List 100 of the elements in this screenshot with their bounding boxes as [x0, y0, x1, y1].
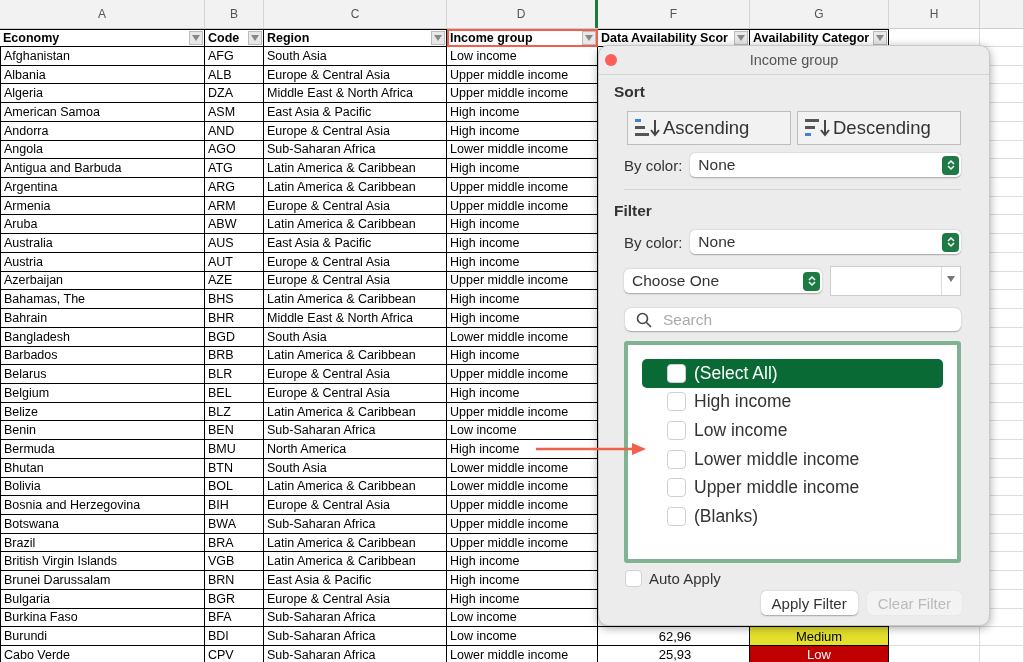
table-cell: BEN [205, 421, 264, 441]
list-item[interactable]: (Blanks) [642, 501, 943, 531]
checkbox[interactable] [667, 478, 686, 498]
column-letter[interactable]: A [0, 0, 205, 28]
filter-dropdown-button[interactable] [431, 31, 445, 45]
table-cell: AUS [205, 234, 264, 253]
list-item[interactable]: Lower middle income [642, 444, 943, 474]
color-dropdown[interactable]: None [690, 230, 961, 254]
column-letter[interactable]: C [264, 0, 447, 28]
column-header: Economy [3, 31, 60, 45]
column-letter[interactable]: B [205, 0, 264, 28]
table-cell: ASM [205, 103, 264, 122]
list-item[interactable]: Low income [642, 416, 943, 445]
by-color-label: By color: [624, 233, 683, 251]
filter-dropdown-button[interactable] [248, 31, 262, 45]
search-field[interactable]: Search [625, 308, 961, 331]
table-cell: Barbados [0, 346, 205, 366]
table-cell: BRA [205, 533, 264, 553]
table-cell: Low income [447, 627, 598, 646]
sort-ascending-button[interactable]: Ascending [627, 111, 791, 145]
value-combo-box[interactable] [830, 266, 961, 296]
stepper-icon [803, 271, 820, 291]
checkbox[interactable] [667, 449, 686, 469]
column-letter[interactable]: H [889, 0, 980, 28]
close-button[interactable] [605, 54, 617, 66]
table-cell: BLR [205, 365, 264, 384]
table-cell: DZA [205, 84, 264, 104]
table-cell: AUT [205, 252, 264, 272]
caret-icon [192, 35, 200, 41]
table-cell: Albania [0, 65, 205, 85]
condition-dropdown[interactable]: Choose One [624, 269, 822, 293]
table-cell: ATG [205, 159, 264, 179]
table-cell: Brazil [0, 533, 205, 553]
table-cell: Middle East & North Africa [264, 84, 447, 104]
table-cell: BHS [205, 290, 264, 310]
table-cell: ABW [205, 215, 264, 235]
table-cell: Afghanistan [0, 47, 205, 66]
table-cell: AND [205, 121, 264, 141]
table-cell: ARM [205, 196, 264, 216]
filter-dropdown-button[interactable] [582, 31, 596, 45]
caret-icon [947, 276, 955, 282]
table-cell: South Asia [264, 47, 447, 66]
table-cell: Bulgaria [0, 589, 205, 609]
filter-dropdown-button[interactable] [189, 31, 203, 45]
checkbox[interactable] [667, 392, 686, 412]
table-cell: Europe & Central Asia [264, 196, 447, 216]
table-cell: AZE [205, 271, 264, 291]
table-cell: Latin America & Caribbean [264, 346, 447, 366]
filter-button[interactable]: Apply Filter [760, 591, 858, 615]
column-header: Availability Categor [753, 31, 870, 45]
checkbox[interactable] [667, 421, 686, 440]
column-header: Income group [450, 31, 533, 45]
table-cell: Sub-Saharan Africa [264, 646, 447, 662]
table-cell: AFG [205, 47, 264, 66]
table-cell: Latin America & Caribbean [264, 290, 447, 310]
sort-ascending-icon [634, 117, 660, 139]
table-cell: VGB [205, 552, 264, 572]
table-cell: Burkina Faso [0, 608, 205, 628]
column-letter[interactable]: G [750, 0, 889, 28]
table-cell: Latin America & Caribbean [264, 402, 447, 422]
table-cell: Australia [0, 234, 205, 253]
filter-dropdown-button[interactable] [734, 31, 748, 45]
table-cell: Europe & Central Asia [264, 383, 447, 403]
table-cell: Aruba [0, 215, 205, 235]
column-letter[interactable]: D [447, 0, 598, 28]
table-cell: Europe & Central Asia [264, 496, 447, 515]
list-item[interactable]: (Select All) [642, 359, 943, 388]
color-dropdown[interactable]: None [690, 153, 961, 177]
table-cell: Latin America & Caribbean [264, 159, 447, 179]
list-item[interactable]: Upper middle income [642, 473, 943, 502]
column-letter[interactable]: F [598, 0, 750, 28]
table-cell: South Asia [264, 327, 447, 347]
table-cell: Austria [0, 252, 205, 272]
table-cell: Sub-Saharan Africa [264, 608, 447, 628]
caret-icon [737, 35, 745, 41]
checkbox[interactable] [667, 506, 686, 526]
table-cell: East Asia & Pacific [264, 234, 447, 253]
table-cell: BLZ [205, 402, 264, 422]
table-cell: BDI [205, 627, 264, 646]
sort-descending-button[interactable]: Descending [797, 111, 961, 145]
caret-icon [585, 35, 593, 41]
table-cell: Europe & Central Asia [264, 121, 447, 141]
table-cell: Sub-Saharan Africa [264, 421, 447, 441]
table-cell: Burundi [0, 627, 205, 646]
filter-dropdown-button[interactable] [873, 31, 887, 45]
table-cell: Bosnia and Herzegovina [0, 496, 205, 515]
list-item[interactable]: High income [642, 387, 943, 417]
table-cell: British Virgin Islands [0, 552, 205, 572]
table-cell: Angola [0, 140, 205, 160]
table-cell: Belarus [0, 365, 205, 384]
table-cell: American Samoa [0, 103, 205, 122]
checkbox[interactable] [667, 363, 686, 383]
table-cell: Europe & Central Asia [264, 65, 447, 85]
auto-apply-checkbox[interactable] [625, 570, 642, 587]
table-cell: East Asia & Pacific [264, 571, 447, 590]
table-cell: Europe & Central Asia [264, 252, 447, 272]
table-cell: Botswana [0, 514, 205, 534]
table-cell: Europe & Central Asia [264, 271, 447, 291]
search-icon [636, 312, 652, 328]
table-cell: Europe & Central Asia [264, 365, 447, 384]
